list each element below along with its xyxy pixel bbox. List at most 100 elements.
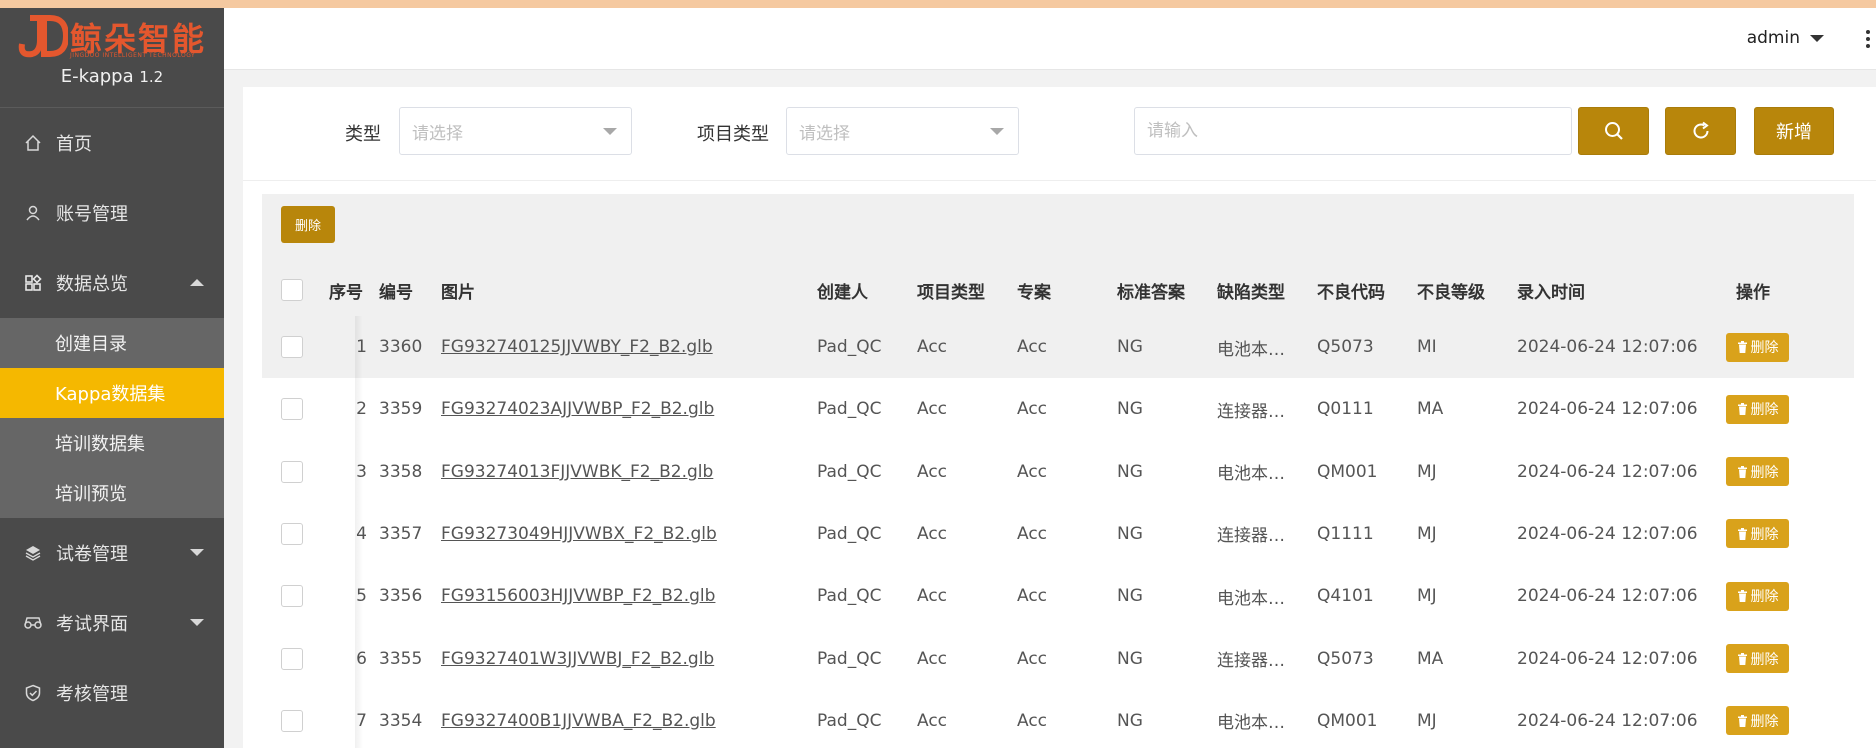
cell-bad-level: MJ	[1417, 710, 1437, 731]
header-bad-code: 不良代码	[1317, 282, 1385, 303]
cell-case: Acc	[1017, 399, 1048, 420]
cell-action: 删除	[1726, 316, 1806, 378]
row-delete-button[interactable]: 删除	[1726, 332, 1789, 362]
cell-creator: Pad_QC	[817, 399, 882, 420]
cell-defect-type: 电池本…	[1217, 339, 1285, 360]
type-select[interactable]: 请选择	[399, 107, 632, 155]
row-checkbox[interactable]	[281, 585, 303, 608]
image-file-link[interactable]: FG93274013FJJVWBK_F2_B2.glb	[441, 462, 713, 482]
chevron-down-icon	[190, 619, 204, 626]
cell-project-type: Acc	[917, 337, 948, 357]
row-delete-label: 删除	[1750, 713, 1779, 730]
sidebar-subitem-kappa-dataset[interactable]: Kappa数据集	[0, 368, 224, 418]
cell-creator: Pad_QC	[817, 648, 882, 669]
sidebar-item-accounts[interactable]: 账号管理	[0, 178, 224, 248]
app-name: E-kappa 1.2	[0, 66, 224, 87]
row-checkbox[interactable]	[281, 709, 303, 732]
cell-image: FG93274023AJJVWBP_F2_B2.glb	[441, 378, 801, 440]
row-delete-label: 删除	[1750, 651, 1779, 668]
cell-image: FG9327401W3JJVWBJ_F2_B2.glb	[441, 628, 801, 690]
sidebar-item-label: 账号管理	[56, 204, 128, 225]
sidebar-subitem-training-dataset[interactable]: 培训数据集	[0, 418, 224, 468]
table-row: 4FG93273049HJJVWBX_F2_B2.glb3357Pad_QCAc…	[262, 502, 1854, 565]
cell-image: FG93274013FJJVWBK_F2_B2.glb	[441, 441, 801, 503]
sidebar-item-assessment[interactable]: 考核管理	[0, 658, 224, 728]
select-all-checkbox[interactable]	[281, 279, 303, 301]
sidebar-subitem-training-preview[interactable]: 培训预览	[0, 468, 224, 518]
row-select-cell	[281, 628, 311, 690]
cell-case: Acc	[1017, 710, 1048, 731]
image-file-link[interactable]: FG93273049HJJVWBX_F2_B2.glb	[441, 524, 717, 544]
header-action: 操作	[1736, 282, 1770, 303]
cell-action: 删除	[1726, 441, 1806, 503]
cell-creator: Pad_QC	[817, 461, 882, 482]
row-delete-label: 删除	[1750, 340, 1779, 356]
project-type-select-placeholder: 请选择	[799, 123, 850, 144]
sidebar-item-exam-papers[interactable]: 试卷管理	[0, 518, 224, 588]
cell-bad-level: MJ	[1417, 523, 1437, 544]
cell-defect-type: 连接器…	[1217, 651, 1285, 671]
cell-bad-code: QM001	[1317, 710, 1378, 731]
table-row: 6FG9327401W3JJVWBJ_F2_B2.glb3355Pad_QCAc…	[262, 627, 1854, 690]
image-file-link[interactable]: FG932740125JJVWBY_F2_B2.glb	[441, 337, 713, 357]
table-row: 2FG93274023AJJVWBP_F2_B2.glb3359Pad_QCAc…	[262, 378, 1854, 441]
row-checkbox[interactable]	[281, 647, 303, 670]
cell-code: 3358	[379, 461, 423, 482]
cell-defect-type: 电池本…	[1217, 464, 1285, 485]
fixed-column-shadow	[355, 316, 363, 748]
image-file-link[interactable]: FG9327401W3JJVWBJ_F2_B2.glb	[441, 649, 714, 669]
row-select-cell	[281, 441, 311, 503]
row-delete-button[interactable]: 删除	[1726, 394, 1789, 424]
user-menu[interactable]: admin	[1747, 28, 1824, 48]
row-checkbox[interactable]	[281, 398, 303, 421]
cell-creator: Pad_QC	[817, 710, 882, 731]
layers-icon	[22, 542, 44, 564]
image-file-link[interactable]: FG93156003HJJVWBP_F2_B2.glb	[441, 586, 715, 606]
sidebar-item-label: 首页	[56, 134, 92, 155]
trash-icon	[1737, 341, 1747, 353]
cell-code: 3359	[379, 399, 423, 420]
cell-entry-time: 2024-06-24 12:07:06	[1517, 710, 1698, 731]
search-icon	[1604, 122, 1623, 140]
select-all-cell	[281, 264, 311, 316]
row-checkbox[interactable]	[281, 336, 303, 358]
cell-std-answer: NG	[1117, 586, 1143, 607]
row-delete-button[interactable]: 删除	[1726, 519, 1789, 549]
chevron-down-icon	[603, 128, 617, 135]
sidebar-item-exam-interface[interactable]: 考试界面	[0, 588, 224, 658]
refresh-icon	[1693, 121, 1709, 139]
top-accent-strip	[0, 0, 1876, 8]
sidebar-subitem-create-catalog[interactable]: 创建目录	[0, 318, 224, 368]
project-type-select[interactable]: 请选择	[786, 107, 1019, 155]
cell-entry-time: 2024-06-24 12:07:06	[1517, 648, 1698, 669]
cell-std-answer: NG	[1117, 461, 1143, 482]
logo-subtitle: JINGDUO INTELLIGENT TECHNOLOGY	[70, 52, 196, 59]
bulk-delete-button[interactable]: 删除	[281, 206, 335, 243]
cell-code: 3357	[379, 523, 423, 544]
cell-bad-code: Q0111	[1317, 399, 1374, 420]
more-vertical-icon[interactable]	[1866, 30, 1872, 50]
row-delete-button[interactable]: 删除	[1726, 644, 1789, 673]
cell-std-answer: NG	[1117, 710, 1143, 731]
row-select-cell	[281, 316, 311, 378]
search-input[interactable]	[1134, 107, 1572, 155]
trash-icon	[1737, 465, 1747, 478]
search-button[interactable]	[1578, 107, 1649, 155]
trash-icon	[1737, 403, 1747, 416]
row-checkbox[interactable]	[281, 460, 303, 483]
row-delete-button[interactable]: 删除	[1726, 457, 1789, 487]
row-select-cell	[281, 565, 311, 627]
image-file-link[interactable]: FG93274023AJJVWBP_F2_B2.glb	[441, 399, 714, 419]
image-file-link[interactable]: FG9327400B1JJVWBA_F2_B2.glb	[441, 711, 716, 731]
row-checkbox[interactable]	[281, 522, 303, 545]
row-delete-button[interactable]: 删除	[1726, 706, 1789, 736]
sidebar-item-data-overview[interactable]: 数据总览	[0, 248, 224, 318]
app-title: E-kappa	[60, 66, 134, 87]
refresh-button[interactable]	[1665, 107, 1736, 155]
add-button[interactable]: 新增	[1754, 107, 1834, 155]
row-delete-button[interactable]: 删除	[1726, 581, 1789, 611]
cell-bad-code: Q5073	[1317, 648, 1374, 669]
user-icon	[22, 202, 44, 224]
header-creator: 创建人	[817, 282, 868, 303]
sidebar-item-home[interactable]: 首页	[0, 108, 224, 178]
